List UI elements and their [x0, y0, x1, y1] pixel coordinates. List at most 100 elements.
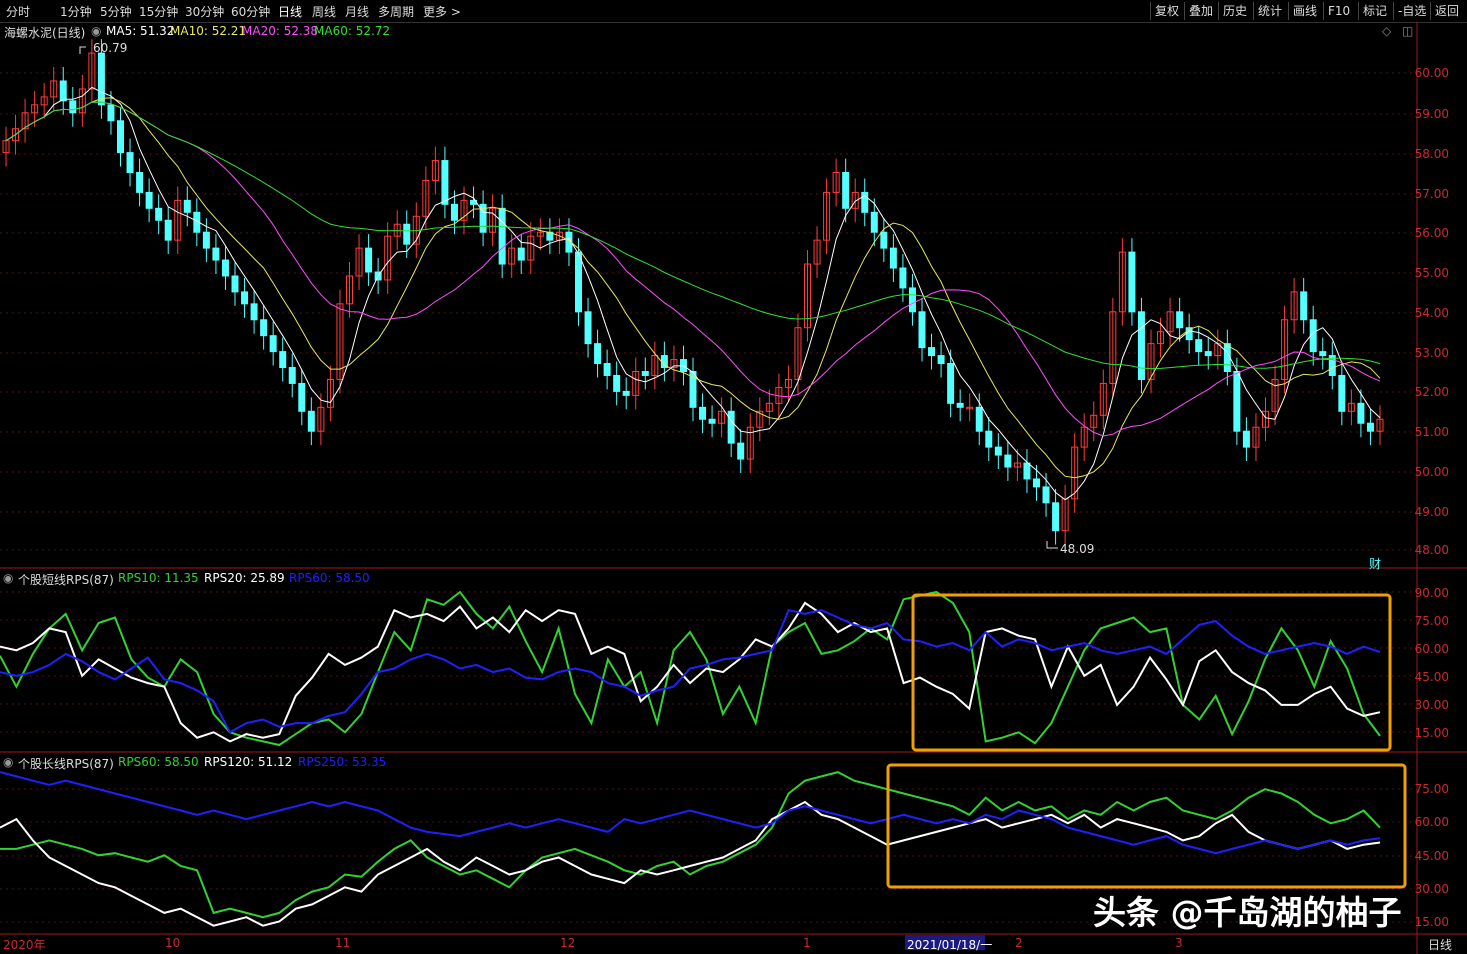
candle-body: [641, 371, 649, 376]
date-label-feb: 2: [1015, 936, 1023, 950]
candle-body: [1366, 422, 1374, 432]
candle-body: [1357, 402, 1365, 424]
period-indicator: 日线: [1428, 938, 1453, 952]
candle-body: [937, 355, 945, 365]
candle-body: [69, 100, 77, 114]
collapse-icon[interactable]: ◉: [3, 755, 13, 769]
candle-body: [603, 363, 611, 376]
candle-body: [365, 247, 373, 273]
rps-tick: 15.00: [1414, 726, 1449, 740]
candle-body: [1319, 351, 1327, 357]
settings-circle-icon[interactable]: ◉: [91, 24, 101, 38]
rps-tick: 30.00: [1414, 698, 1449, 712]
ma60-line: [5, 101, 1381, 370]
financial-marker[interactable]: 财: [1369, 555, 1381, 572]
price-tick: 48.00: [1414, 543, 1449, 557]
date-label-dec: 12: [560, 936, 576, 950]
moving-average-lines: [5, 86, 1381, 501]
candle-body: [298, 382, 306, 412]
price-tick: 51.00: [1414, 425, 1449, 439]
candlestick-series: [2, 39, 1384, 545]
watermark: 头条 @千岛湖的柚子: [1093, 893, 1402, 932]
rps-tick: 60.00: [1414, 642, 1449, 656]
candle-body: [260, 319, 268, 337]
low-price-label: 48.09: [1060, 542, 1095, 556]
candle-body: [145, 191, 153, 209]
ma20-value: MA20: 52.38: [242, 24, 319, 38]
rps250-line: [0, 771, 1381, 855]
price-tick: 55.00: [1414, 266, 1449, 280]
candle-body: [269, 335, 277, 353]
candle-body: [870, 211, 878, 233]
date-label-year: 2020年: [3, 938, 46, 952]
candle-body: [1338, 374, 1346, 412]
candle-body: [1233, 371, 1241, 432]
long-rps-title: 个股长线RPS(87): [18, 757, 114, 771]
candle-body: [1004, 454, 1012, 468]
stock-chart-canvas[interactable]: [0, 0, 1467, 954]
price-tick: 54.00: [1414, 306, 1449, 320]
price-tick: 58.00: [1414, 147, 1449, 161]
candle-body: [221, 259, 229, 277]
candle-body: [241, 291, 249, 305]
rps10-value: RPS10: 11.35: [118, 571, 199, 585]
candle-body: [1204, 351, 1212, 357]
candle-body: [517, 247, 525, 261]
rps-tick: 45.00: [1414, 849, 1449, 863]
ma60-value: MA60: 52.72: [314, 24, 391, 38]
rps-tick: 75.00: [1414, 614, 1449, 628]
collapse-icon[interactable]: ◉: [3, 571, 13, 585]
candle-body: [1137, 311, 1145, 380]
candle-body: [622, 390, 630, 396]
candle-body: [908, 287, 916, 313]
candle-body: [918, 311, 926, 349]
price-tick: 53.00: [1414, 346, 1449, 360]
rps-tick: 15.00: [1414, 915, 1449, 929]
candle-body: [1242, 430, 1250, 448]
candle-body: [737, 442, 745, 460]
rps250-value: RPS250: 53.35: [298, 755, 387, 769]
candle-body: [994, 446, 1002, 456]
rps-tick: 90.00: [1414, 586, 1449, 600]
price-tick: 56.00: [1414, 226, 1449, 240]
candle-body: [699, 406, 707, 420]
candle-body: [183, 199, 191, 213]
candle-body: [450, 203, 458, 221]
candle-body: [212, 247, 220, 261]
candle-body: [107, 104, 115, 122]
candle-body: [594, 343, 602, 365]
rps20-value: RPS20: 25.89: [204, 571, 285, 585]
candle-body: [164, 219, 172, 241]
stock-title: 海螺水泥(日线): [4, 26, 86, 40]
candle-body: [613, 374, 621, 392]
expand-icon[interactable]: ◫: [1402, 24, 1413, 38]
rps-tick: 75.00: [1414, 782, 1449, 796]
rps20-line: [0, 601, 1381, 743]
rps-tick: 45.00: [1414, 670, 1449, 684]
diamond-icon[interactable]: ◇: [1382, 24, 1391, 38]
candle-body: [155, 207, 163, 221]
candle-body: [880, 231, 888, 249]
rps120-value: RPS120: 51.12: [204, 755, 293, 769]
candle-body: [899, 267, 907, 289]
price-tick: 59.00: [1414, 107, 1449, 121]
ma5-value: MA5: 51.32: [106, 24, 175, 38]
candle-body: [231, 275, 239, 293]
candle-body: [1052, 502, 1060, 532]
candle-body: [117, 120, 124, 154]
candle-body: [985, 430, 993, 448]
ma10-value: MA10: 52.21: [170, 24, 247, 38]
rps-tick: 60.00: [1414, 815, 1449, 829]
candle-body: [307, 410, 315, 432]
date-label-jan: 1: [803, 936, 811, 950]
rps-tick: 30.00: [1414, 882, 1449, 896]
candle-body: [947, 363, 955, 404]
rps60-short-value: RPS60: 58.50: [289, 571, 370, 585]
candle-body: [928, 347, 936, 357]
candle-body: [975, 406, 983, 432]
candle-body: [1176, 311, 1184, 329]
rps60-short-line: [0, 609, 1381, 734]
candle-body: [1195, 339, 1203, 353]
ma5-line: [5, 86, 1381, 501]
candle-body: [136, 172, 144, 193]
